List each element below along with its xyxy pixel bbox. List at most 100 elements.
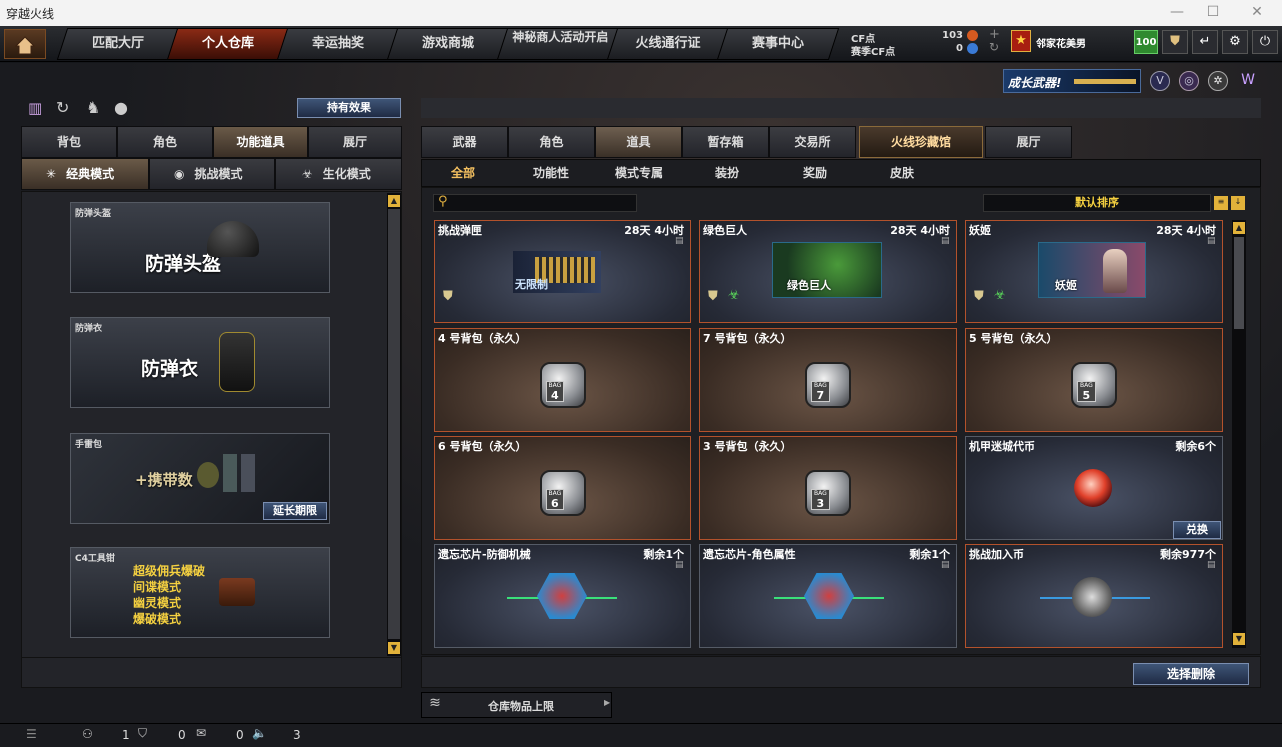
tab-personal-storage[interactable]: 个人仓库 xyxy=(166,28,290,60)
tab-exchange[interactable]: 交易所 xyxy=(769,126,856,158)
shield-icon[interactable]: ⛊ xyxy=(1162,30,1188,54)
item-card[interactable]: 挑战弹匣 28天 4小时 ▤ 无限制 ⛊ xyxy=(434,220,691,323)
exit-room-icon[interactable]: ↵ xyxy=(1192,30,1218,54)
history-icon[interactable]: ↻ xyxy=(56,98,69,117)
home-button[interactable] xyxy=(4,29,46,59)
stats-icon[interactable]: ▥ xyxy=(28,99,42,117)
left-scroll-thumb[interactable] xyxy=(388,209,400,639)
list-view-icon[interactable]: ≡ xyxy=(1214,196,1228,210)
item-card[interactable]: 7 号背包（永久） BAG 7 xyxy=(699,328,957,432)
v-badge-icon[interactable]: V xyxy=(1150,71,1170,91)
item-card[interactable]: 绿色巨人 28天 4小时 ▤ 绿色巨人 ⛊ ☣ xyxy=(699,220,957,323)
subtab-functional[interactable]: 功能性 xyxy=(515,163,587,185)
friends-icon[interactable]: ⚇ xyxy=(82,727,93,741)
tab-weapons[interactable]: 武器 xyxy=(421,126,508,158)
bag-number-value: 3 xyxy=(816,497,825,510)
w-logo-icon[interactable]: W xyxy=(1237,71,1259,91)
select-delete-button[interactable]: 选择删除 xyxy=(1133,663,1249,685)
shield-tag-icon: ⛊ xyxy=(974,289,984,304)
scroll-down-icon[interactable]: ▼ xyxy=(388,642,400,654)
trash-icon[interactable]: ▤ xyxy=(1207,236,1217,246)
tab-lucky-draw[interactable]: 幸运抽奖 xyxy=(276,28,400,60)
search-input[interactable]: ⚲ xyxy=(433,194,637,212)
items-scroll-thumb[interactable] xyxy=(1234,237,1244,329)
globe-icon[interactable]: ◎ xyxy=(1179,71,1199,91)
trash-icon[interactable]: ▤ xyxy=(941,236,951,246)
trash-icon[interactable]: ▤ xyxy=(1207,560,1217,570)
tab-functional-items[interactable]: 功能道具 xyxy=(213,126,308,158)
gear-icon[interactable]: ⚙ xyxy=(1222,30,1248,54)
maximize-icon[interactable]: ☐ xyxy=(1198,4,1228,20)
item-card[interactable]: 挑战加入币 剩余977个 ▤ xyxy=(965,544,1223,648)
bag-number: BAG 6 xyxy=(545,489,565,510)
trash-icon[interactable]: ▤ xyxy=(675,236,685,246)
trash-icon[interactable]: ▤ xyxy=(675,560,685,570)
item-card[interactable]: 6 号背包（永久） BAG 6 xyxy=(434,436,691,540)
shield-count: 0 xyxy=(178,728,186,742)
tab-label: 游戏商城 xyxy=(421,36,474,51)
shield-status-icon[interactable]: ⛉ xyxy=(138,726,147,741)
tab-exhibition[interactable]: 展厅 xyxy=(985,126,1072,158)
scroll-down-icon[interactable]: ▼ xyxy=(1233,633,1245,645)
slot-c4-tool[interactable]: C4工具钳 超级佣兵爆破 间谍模式 幽灵模式 爆破模式 xyxy=(70,547,330,638)
sort-direction-icon[interactable]: ↓ xyxy=(1231,196,1245,210)
tab-game-shop[interactable]: 游戏商城 xyxy=(386,28,510,60)
growth-weapon-banner[interactable]: 成长武器! xyxy=(1003,69,1141,93)
volume-icon[interactable]: 🔈 xyxy=(252,726,267,740)
tab-items[interactable]: 道具 xyxy=(595,126,682,158)
tab-events[interactable]: 赛事中心 xyxy=(716,28,840,60)
tab-match-lobby[interactable]: 匹配大厅 xyxy=(56,28,180,60)
tab-character[interactable]: 角色 xyxy=(117,126,213,158)
tab-mystery-merchant[interactable]: 神秘商人活动开启 xyxy=(496,28,620,60)
c4-mode-line: 爆破模式 xyxy=(133,612,182,626)
tab-characters[interactable]: 角色 xyxy=(508,126,595,158)
item-card[interactable]: 5 号背包（永久） BAG 5 xyxy=(965,328,1223,432)
item-card[interactable]: 遗忘芯片-角色属性 剩余1个 ▤ xyxy=(699,544,957,648)
storage-limit-bar[interactable]: ≋ 仓库物品上限 ▶ xyxy=(421,692,612,718)
c4-mode-line: 间谍模式 xyxy=(133,580,182,594)
subtab-all[interactable]: 全部 xyxy=(433,163,493,185)
subtab-rewards[interactable]: 奖励 xyxy=(785,163,845,185)
item-card[interactable]: 3 号背包（永久） BAG 3 xyxy=(699,436,957,540)
subtab-mode-exclusive[interactable]: 模式专属 xyxy=(603,163,675,185)
effects-button[interactable]: 持有效果 xyxy=(297,98,401,118)
mode-classic[interactable]: ✳ 经典模式 xyxy=(21,158,149,190)
sort-select[interactable]: 默认排序 xyxy=(983,194,1211,212)
refresh-icon[interactable]: ↻ xyxy=(989,40,999,54)
exchange-button[interactable]: 兑换 xyxy=(1173,521,1221,539)
slot-grenade-pack[interactable]: 手雷包 +携带数 延长期限 xyxy=(70,433,330,524)
mode-challenge[interactable]: ◉ 挑战模式 xyxy=(149,158,275,190)
item-card[interactable]: 妖姬 28天 4小时 ▤ 妖姬 ⛊ ☣ xyxy=(965,220,1223,323)
power-icon[interactable]: ⏻ xyxy=(1252,30,1278,54)
helmet-icon xyxy=(207,221,259,257)
tab-temp-box[interactable]: 暂存箱 xyxy=(682,126,769,158)
menu-icon[interactable]: ☰ xyxy=(26,727,37,741)
chat-icon[interactable]: ✉ xyxy=(196,726,206,740)
mode-zombie[interactable]: ☣ 生化模式 xyxy=(275,158,402,190)
scroll-up-icon[interactable]: ▲ xyxy=(388,195,400,207)
grenade-icon[interactable]: ● xyxy=(114,98,128,117)
item-caption: 妖姬 xyxy=(1055,279,1077,292)
item-card[interactable]: 机甲迷城代币 剩余6个 兑换 xyxy=(965,436,1223,540)
crosshair-icon[interactable]: ✲ xyxy=(1208,71,1228,91)
tab-backpack[interactable]: 背包 xyxy=(21,126,117,158)
slot-body-armor[interactable]: 防弹衣 防弹衣 xyxy=(70,317,330,408)
extend-duration-button[interactable]: 延长期限 xyxy=(263,502,327,520)
smoke-grenade-icon xyxy=(223,454,237,492)
tab-collection[interactable]: 火线珍藏馆 xyxy=(859,126,983,158)
item-card[interactable]: 4 号背包（永久） BAG 4 xyxy=(434,328,691,432)
scroll-up-icon[interactable]: ▲ xyxy=(1233,222,1245,234)
subtab-dress-up[interactable]: 装扮 xyxy=(697,163,757,185)
tab-battle-pass[interactable]: 火线通行证 xyxy=(606,28,730,60)
slot-helmet[interactable]: 防弹头盔 防弹头盔 xyxy=(70,202,330,293)
minimize-icon[interactable]: — xyxy=(1162,4,1192,20)
rank-badge-icon: ★ xyxy=(1011,30,1031,52)
username[interactable]: 邻家花美男 xyxy=(1036,35,1086,50)
trash-icon[interactable]: ▤ xyxy=(941,560,951,570)
subtab-skins[interactable]: 皮肤 xyxy=(872,163,932,185)
item-name: 5 号背包（永久） xyxy=(969,332,1058,345)
character-icon[interactable]: ♞ xyxy=(86,98,100,117)
tab-showroom[interactable]: 展厅 xyxy=(308,126,402,158)
item-card[interactable]: 遗忘芯片-防御机械 剩余1个 ▤ xyxy=(434,544,691,648)
close-icon[interactable]: ✕ xyxy=(1242,4,1272,20)
